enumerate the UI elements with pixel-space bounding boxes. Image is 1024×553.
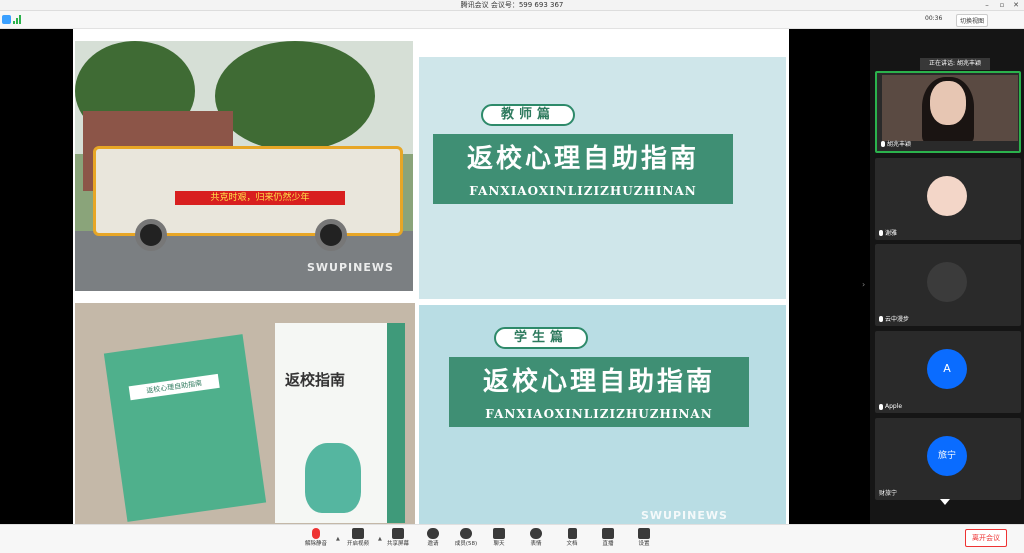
signal-icon[interactable] bbox=[13, 15, 21, 24]
bottom-toolbar: 解除静音 ▲ 开启视频 ▲ 共享屏幕 邀请 成员(58) 聊天 表情 文档 直播… bbox=[0, 524, 1024, 553]
gear-icon bbox=[638, 528, 650, 539]
emoji-icon bbox=[530, 528, 542, 539]
student-guide-sign: 返校心理自助指南 FANXIAOXINLIZIZHUZHINAN bbox=[449, 357, 749, 427]
share-screen-icon bbox=[392, 528, 404, 539]
window-title: 腾讯会议 会议号：599 693 367 bbox=[460, 1, 564, 9]
mic-icon bbox=[879, 229, 883, 236]
maximize-icon[interactable]: ▫ bbox=[995, 0, 1009, 11]
mic-icon bbox=[879, 315, 883, 322]
mic-icon bbox=[881, 140, 885, 147]
close-icon[interactable]: ✕ bbox=[1009, 0, 1023, 11]
scroll-down-icon[interactable] bbox=[940, 499, 950, 505]
share-screen-button[interactable]: 共享屏幕 bbox=[378, 527, 418, 553]
panel-toggle-icon[interactable]: › bbox=[862, 280, 865, 289]
avatar bbox=[927, 262, 967, 302]
watermark: SWUPINEWS bbox=[307, 261, 394, 274]
minimize-icon[interactable]: – bbox=[980, 0, 994, 11]
green-booklet: 返校心理自助指南 bbox=[103, 334, 267, 522]
chat-icon bbox=[493, 528, 505, 539]
live-icon bbox=[602, 528, 614, 539]
switch-view-button[interactable]: 切换视图 bbox=[956, 14, 989, 27]
document-icon bbox=[567, 528, 577, 539]
start-video-button[interactable]: 开启视频 bbox=[338, 527, 378, 553]
student-badge: 学生篇 bbox=[494, 327, 588, 349]
speaking-indicator: 正在讲话: 胡兆丰颖 bbox=[920, 58, 990, 70]
members-icon bbox=[460, 528, 472, 539]
mic-icon bbox=[879, 403, 883, 410]
shared-content: 共克时艰，归来仍然少年 SWUPINEWS 教师篇 返校心理自助指南 FANXI… bbox=[73, 29, 789, 524]
live-button[interactable]: 直播 bbox=[588, 527, 628, 553]
avatar bbox=[927, 176, 967, 216]
teacher-guide-sign: 返校心理自助指南 FANXIAOXINLIZIZHUZHINAN bbox=[433, 134, 733, 204]
participant-video bbox=[882, 75, 1018, 141]
title-bar: 腾讯会议 会议号：599 693 367 – ▫ ✕ bbox=[0, 0, 1024, 11]
white-booklet: 返校指南 bbox=[275, 323, 405, 523]
leave-meeting-button[interactable]: 离开会议 bbox=[965, 529, 1007, 547]
participant-tile[interactable]: 胡兆丰颖 bbox=[875, 71, 1021, 153]
mic-muted-icon bbox=[312, 528, 320, 539]
teacher-badge: 教师篇 bbox=[481, 104, 575, 126]
chat-button[interactable]: 聊天 bbox=[479, 527, 519, 553]
cart-banner: 共克时艰，归来仍然少年 bbox=[175, 191, 345, 205]
unmute-button[interactable]: 解除静音 bbox=[296, 527, 336, 553]
participant-tile[interactable]: 旅宁 财旅宁 bbox=[875, 418, 1021, 500]
invite-icon bbox=[427, 528, 439, 539]
avatar: 旅宁 bbox=[927, 436, 967, 476]
participant-tile[interactable]: A Apple bbox=[875, 331, 1021, 413]
meeting-timer: 00:36 bbox=[925, 15, 943, 22]
watermark: SWUPINEWS bbox=[641, 509, 728, 522]
shared-screen-area: 共克时艰，归来仍然少年 SWUPINEWS 教师篇 返校心理自助指南 FANXI… bbox=[0, 29, 870, 524]
meeting-info-icon[interactable] bbox=[2, 15, 11, 24]
camera-off-icon bbox=[352, 528, 364, 539]
photo-brochures: 返校心理自助指南 返校指南 bbox=[75, 303, 415, 524]
mascot-image bbox=[305, 443, 361, 513]
student-guide-panel: 学生篇 返校心理自助指南 FANXIAOXINLIZIZHUZHINAN SWU… bbox=[419, 305, 786, 524]
docs-button[interactable]: 文档 bbox=[552, 527, 592, 553]
participant-panel: 正在讲话: 胡兆丰颖 胡兆丰颖 谢雅 云中漫步 A Apple 旅宁 财旅宁 bbox=[870, 29, 1024, 524]
settings-button[interactable]: 设置 bbox=[624, 527, 664, 553]
teacher-guide-panel: 教师篇 返校心理自助指南 FANXIAOXINLIZIZHUZHINAN bbox=[419, 57, 786, 299]
avatar: A bbox=[927, 349, 967, 389]
photo-electric-cart: 共克时艰，归来仍然少年 SWUPINEWS bbox=[75, 41, 413, 291]
participant-tile[interactable]: 谢雅 bbox=[875, 158, 1021, 240]
meeting-info-bar: 00:36 切换视图 bbox=[0, 11, 1024, 29]
meeting-window: 腾讯会议 会议号：599 693 367 – ▫ ✕ 00:36 切换视图 共克… bbox=[0, 0, 1024, 553]
participant-tile[interactable]: 云中漫步 bbox=[875, 244, 1021, 326]
reactions-button[interactable]: 表情 bbox=[516, 527, 556, 553]
